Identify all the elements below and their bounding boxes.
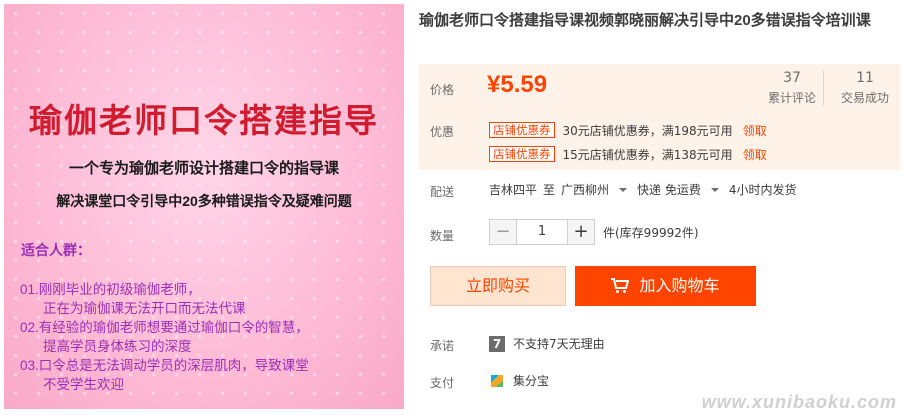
quantity-increase-button[interactable]: + bbox=[567, 219, 595, 245]
coupon-row: 店铺优惠券 15元店铺优惠券，满138元可用 领取 bbox=[489, 144, 767, 164]
sales-label: 交易成功 bbox=[840, 91, 889, 105]
chevron-down-icon[interactable] bbox=[619, 187, 628, 192]
shipping-row: 吉林四平 至 广西柳州 快递 免运费 4小时内发货 bbox=[489, 181, 803, 198]
image-subtitle-2: 解决课堂口令引导中20多种错误指令及疑难问题 bbox=[56, 193, 352, 209]
shipping-method: 快递 免运费 bbox=[637, 183, 701, 197]
image-list-item: 01.刚刚毕业的初级瑜伽老师， bbox=[20, 282, 201, 297]
coupon-claim-link[interactable]: 领取 bbox=[743, 122, 767, 139]
coupon-claim-link[interactable]: 领取 bbox=[743, 146, 767, 163]
stat-divider bbox=[823, 70, 824, 106]
add-to-cart-button[interactable]: 加入购物车 bbox=[575, 266, 756, 306]
quantity-stepper: − 1 + 件(库存99992件) bbox=[489, 219, 699, 245]
shipping-time: 4小时内发货 bbox=[728, 183, 797, 197]
coupon-description: 30元店铺优惠券，满198元可用 bbox=[562, 123, 733, 138]
product-image[interactable]: 瑜伽老师口令搭建指导 一个专为瑜伽老师设计搭建口令的指导课 解决课堂口令引导中2… bbox=[4, 4, 404, 409]
quantity-label: 数量 bbox=[430, 229, 455, 243]
seven-day-icon: 7 bbox=[489, 335, 505, 352]
stock-info: 件(库存99992件) bbox=[603, 225, 699, 240]
image-title: 瑜伽老师口令搭建指导 bbox=[29, 102, 379, 139]
sales-stat: 11 交易成功 bbox=[835, 70, 895, 106]
image-list-item: 提高学员身体练习的深度 bbox=[43, 339, 192, 354]
price-panel: 价格 ¥5.59 37 累计评论 11 交易成功 bbox=[419, 64, 900, 112]
image-audience-list: 01.刚刚毕业的初级瑜伽老师， 正在为瑜伽课无法开口而无法代课 02.有经验的瑜… bbox=[20, 280, 400, 394]
promise-label: 承诺 bbox=[430, 339, 455, 353]
jifenbao-icon bbox=[489, 372, 505, 389]
payment-row: 集分宝 bbox=[489, 372, 549, 389]
shipping-method-select[interactable]: 快递 免运费 bbox=[637, 181, 707, 198]
quantity-input[interactable]: 1 bbox=[517, 219, 567, 245]
shipping-origin: 吉林四平 bbox=[489, 183, 538, 197]
reviews-stat[interactable]: 37 累计评论 bbox=[762, 70, 822, 106]
payment-label: 支付 bbox=[430, 376, 455, 390]
coupon-tag: 店铺优惠券 bbox=[489, 122, 555, 138]
image-list-item: 正在为瑜伽课无法开口而无法代课 bbox=[43, 301, 246, 316]
payment-text: 集分宝 bbox=[513, 374, 550, 388]
reviews-label: 累计评论 bbox=[767, 91, 816, 105]
shipping-label: 配送 bbox=[430, 185, 455, 199]
quantity-decrease-button[interactable]: − bbox=[489, 219, 517, 245]
product-title: 瑜伽老师口令搭建指导课视频郭晓丽解决引导中20多错误指令培训课 bbox=[419, 12, 871, 29]
image-subtitle-1: 一个专为瑜伽老师设计搭建口令的指导课 bbox=[68, 160, 339, 177]
shipping-to-label: 至 bbox=[543, 183, 556, 197]
chevron-down-icon[interactable] bbox=[710, 187, 719, 192]
promo-panel: 优惠 店铺优惠券 30元店铺优惠券，满198元可用 领取 店铺优惠券 15元店铺… bbox=[419, 112, 900, 170]
buy-now-button[interactable]: 立即购买 bbox=[430, 266, 566, 306]
image-list-item: 03.口令总是无法调动学员的深层肌肉，导致课堂 bbox=[20, 358, 309, 373]
image-list-item: 不受学生欢迎 bbox=[43, 377, 124, 392]
promise-text[interactable]: 不支持7天无理由 bbox=[513, 335, 605, 352]
shipping-destination: 广西柳州 bbox=[561, 183, 610, 197]
image-audience-heading: 适合人群： bbox=[21, 242, 91, 258]
shopping-cart-icon bbox=[611, 278, 630, 293]
image-list-item: 02.有经验的瑜伽老师想要通过瑜伽口令的智慧， bbox=[20, 320, 309, 335]
promo-label: 优惠 bbox=[430, 125, 455, 139]
shipping-destination-select[interactable]: 广西柳州 bbox=[561, 181, 615, 198]
price-label: 价格 bbox=[430, 83, 455, 97]
add-to-cart-label: 加入购物车 bbox=[639, 276, 720, 295]
watermark: www.xunibaoku.com bbox=[701, 392, 897, 412]
coupon-description: 15元店铺优惠券，满138元可用 bbox=[562, 147, 733, 162]
coupon-row: 店铺优惠券 30元店铺优惠券，满198元可用 领取 bbox=[489, 120, 767, 140]
coupon-tag: 店铺优惠券 bbox=[489, 146, 555, 162]
price-value: ¥5.59 bbox=[487, 71, 548, 98]
reviews-count: 37 bbox=[783, 70, 801, 86]
sales-count: 11 bbox=[856, 70, 874, 86]
promise-row: 7 不支持7天无理由 bbox=[489, 335, 605, 352]
